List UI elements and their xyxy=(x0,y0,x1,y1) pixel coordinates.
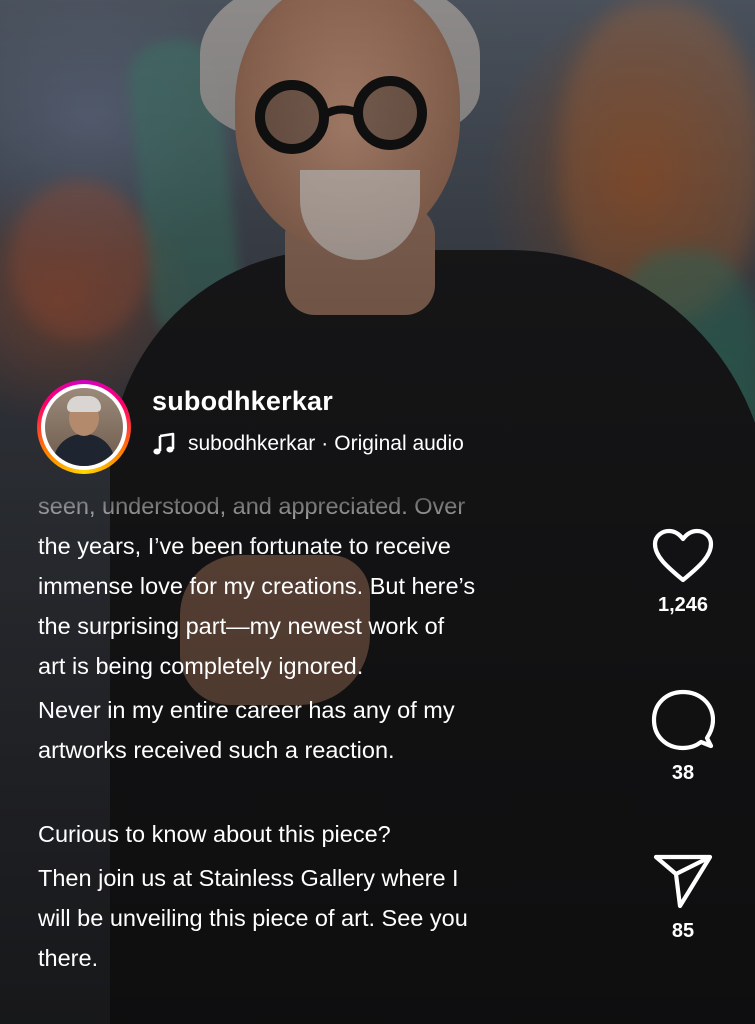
caption-line: there. xyxy=(38,945,99,971)
audio-separator: · xyxy=(321,432,329,455)
comment-count: 38 xyxy=(671,762,695,784)
caption-line: Then join us at Stainless Gallery where … xyxy=(38,865,459,891)
username[interactable]: subodhkerkar xyxy=(152,386,333,417)
caption-line: artworks received such a reaction. xyxy=(38,737,395,763)
audio-author: subodhkerkar xyxy=(188,432,316,455)
caption-line: Curious to know about this piece? xyxy=(38,821,391,847)
caption[interactable]: seen, understood, and appreciated. Over … xyxy=(38,486,618,978)
share-count: 85 xyxy=(671,920,695,942)
like-button[interactable]: 1,246 xyxy=(643,528,723,617)
caption-line: will be unveiling this piece of art. See… xyxy=(38,905,468,931)
comment-button[interactable]: 38 xyxy=(643,688,723,785)
music-note-icon xyxy=(153,432,175,455)
story-ring[interactable] xyxy=(37,380,131,474)
heart-icon xyxy=(652,528,714,583)
like-count: 1,246 xyxy=(657,594,709,616)
audio-info[interactable]: subodhkerkar · Original audio xyxy=(152,432,464,456)
caption-line: seen, understood, and appreciated. Over xyxy=(38,493,466,519)
share-icon xyxy=(653,854,713,909)
caption-line: immense love for my creations. But here’… xyxy=(38,573,476,599)
share-button[interactable]: 85 xyxy=(643,852,723,943)
audio-title: Original audio xyxy=(334,432,464,455)
comment-icon xyxy=(651,689,715,751)
avatar[interactable] xyxy=(45,388,123,466)
caption-line: the years, I’ve been fortunate to receiv… xyxy=(38,533,451,559)
caption-line: the surprising part—my newest work of xyxy=(38,613,445,639)
caption-line: Never in my entire career has any of my xyxy=(38,697,455,723)
caption-line: art is being completely ignored. xyxy=(38,653,364,679)
